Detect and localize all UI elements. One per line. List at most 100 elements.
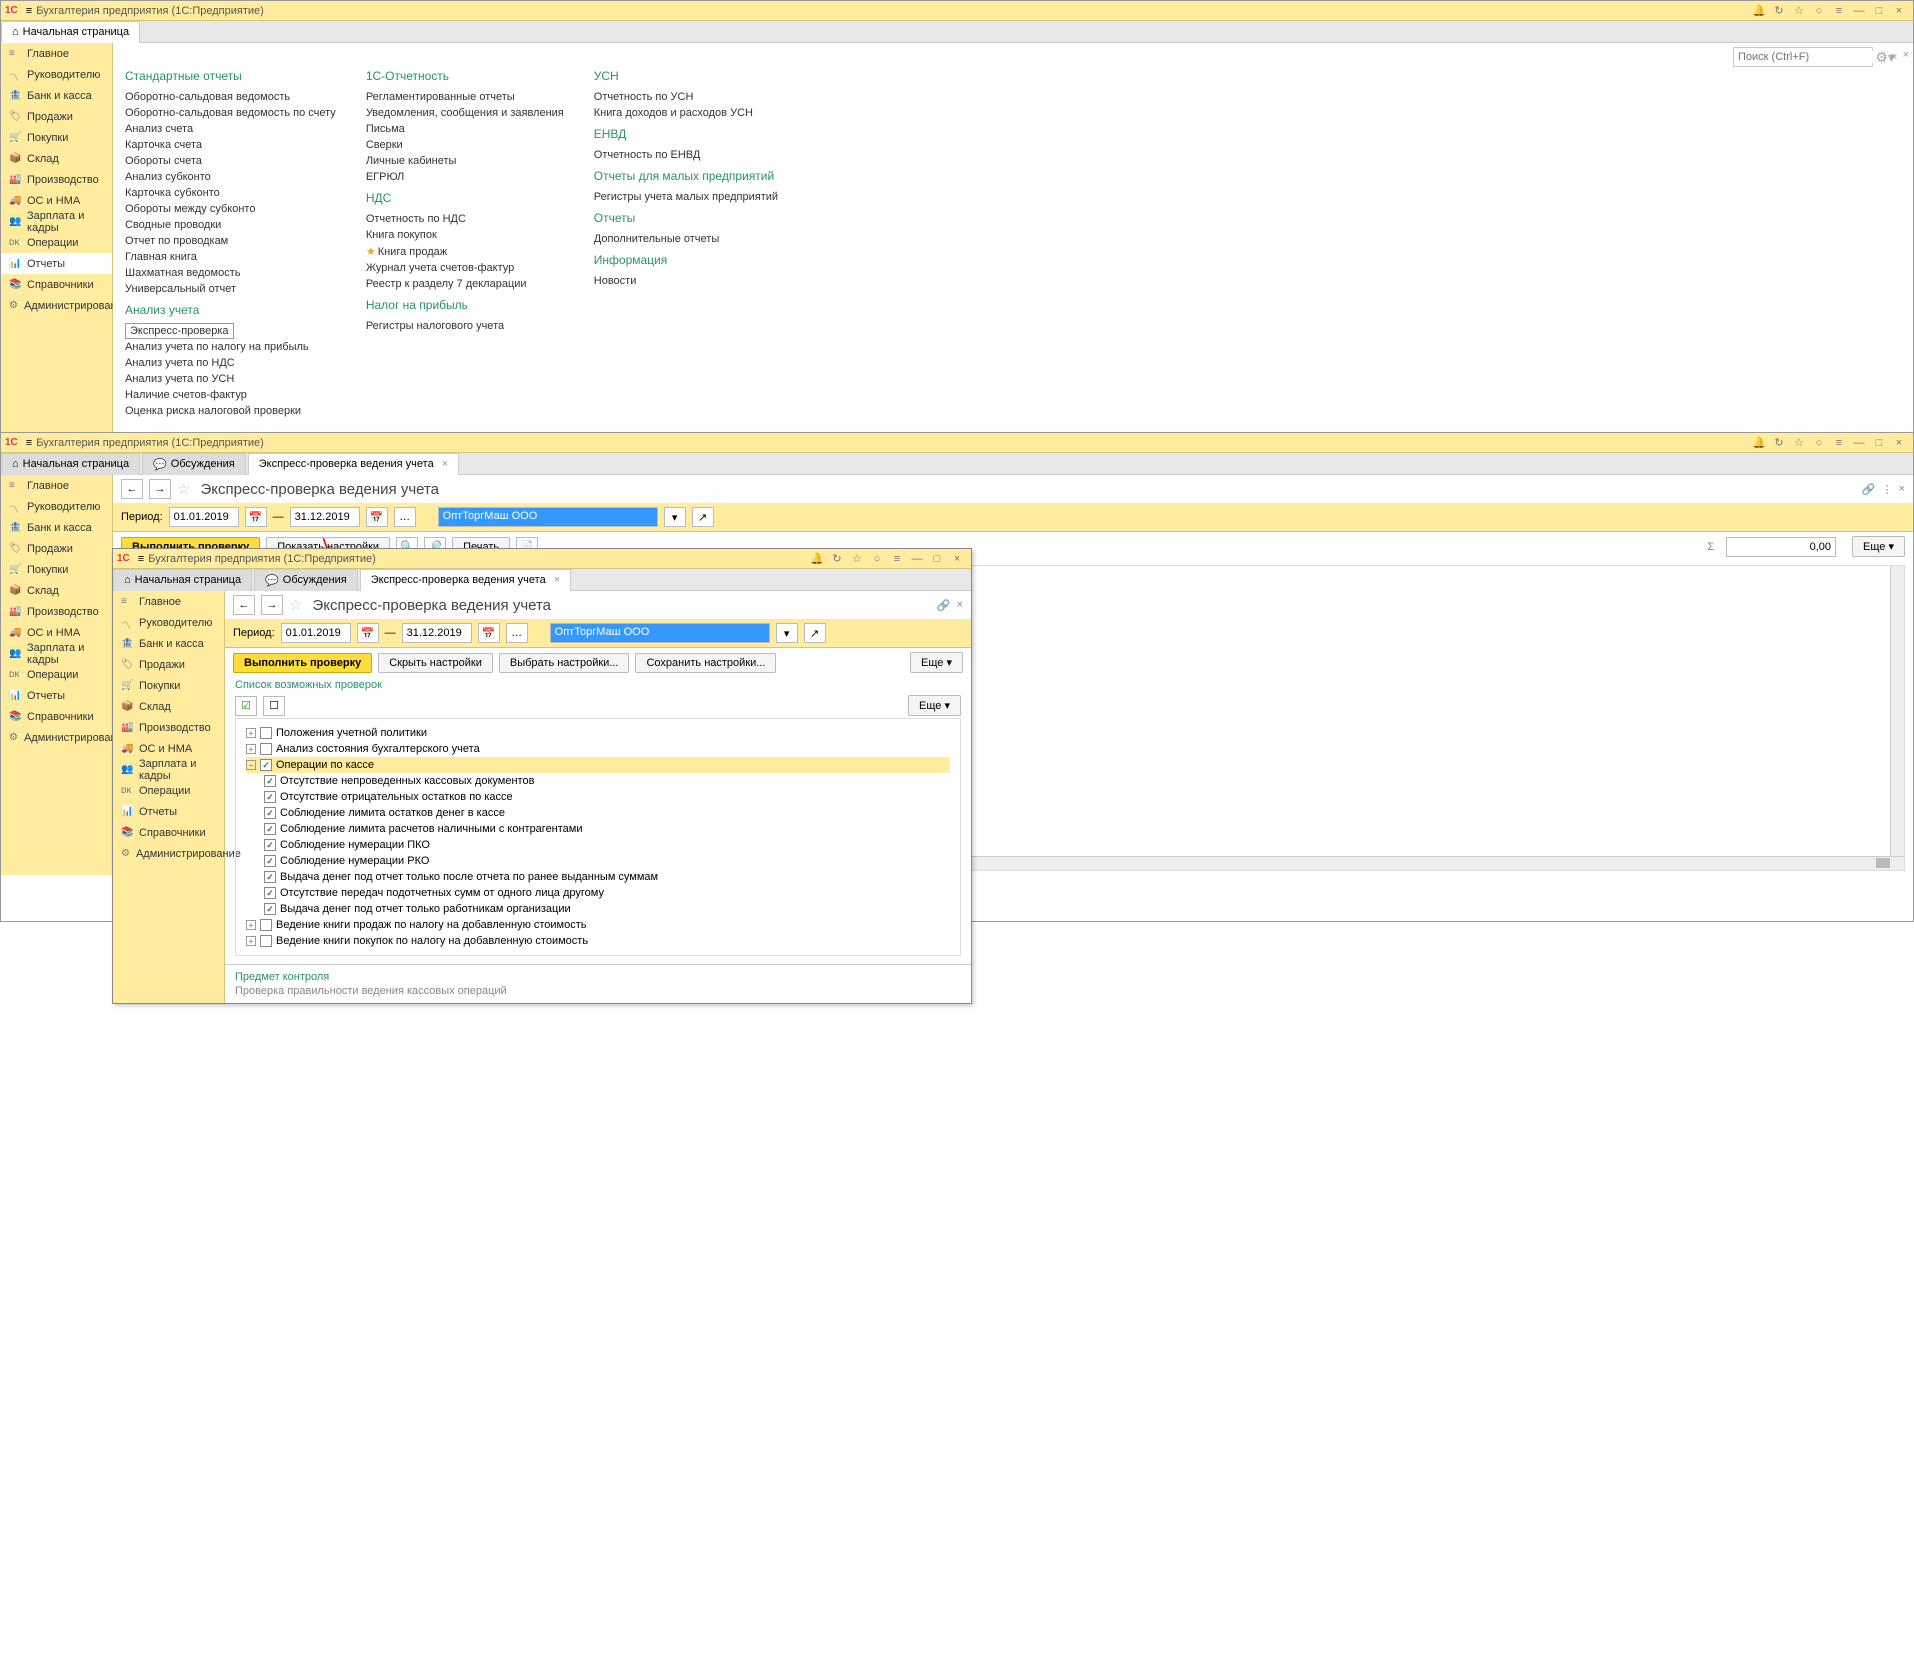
sidebar-warehouse[interactable]: 📦Склад [113,696,224,717]
link[interactable]: Оценка риска налоговой проверки [125,403,336,419]
tab-home[interactable]: ⌂Начальная страница [113,569,252,591]
sidebar-catalogs[interactable]: 📚Справочники [1,274,112,295]
more-button[interactable]: Еще ▾ [910,652,963,673]
sidebar-bank[interactable]: 🏦Банк и касса [113,633,224,654]
maximize-icon[interactable]: □ [1871,3,1887,19]
bell-icon[interactable]: 🔔 [1751,435,1767,451]
nav-forward-icon[interactable]: → [261,595,283,615]
history-icon[interactable]: ↻ [829,551,845,567]
hamburger-icon[interactable]: ≡ [26,5,32,17]
org-input[interactable]: ОптТоргМаш ООО [438,507,658,527]
save-settings-button[interactable]: Сохранить настройки... [635,653,776,673]
check-all-icon[interactable]: ☑ [235,696,257,716]
favorite-icon[interactable]: ☆ [289,596,302,614]
sidebar-warehouse[interactable]: 📦Склад [1,148,112,169]
link[interactable]: Дополнительные отчеты [594,231,778,247]
close-icon[interactable]: × [957,599,963,612]
date-to-input[interactable] [290,507,360,527]
filter-icon[interactable]: ≡ [1831,435,1847,451]
link[interactable]: Письма [366,121,564,137]
tree-leaf[interactable]: ✓Соблюдение нумерации РКО [246,853,950,869]
sidebar-main[interactable]: ≡Главное [1,475,112,496]
link[interactable]: Регламентированные отчеты [366,89,564,105]
sidebar-admin[interactable]: ⚙Администрирование [1,295,112,316]
nav-forward-icon[interactable]: → [149,479,171,499]
sidebar-reports[interactable]: 📊Отчеты [1,685,112,706]
tree-leaf[interactable]: ✓Соблюдение лимита остатков денег в касс… [246,805,950,821]
link[interactable]: Анализ счета [125,121,336,137]
hamburger-icon[interactable]: ≡ [26,437,32,449]
link[interactable]: Личные кабинеты [366,153,564,169]
dropdown-icon[interactable]: ▾ [664,507,686,527]
link[interactable]: Обороты между субконто [125,201,336,217]
link[interactable]: Журнал учета счетов-фактур [366,260,564,276]
menu-icon[interactable]: ⋮ [1882,483,1893,496]
tree-leaf[interactable]: ✓Отсутствие непроведенных кассовых докум… [246,773,950,789]
sidebar-purchases[interactable]: 🛒Покупки [113,675,224,696]
nav-back-icon[interactable]: ← [233,595,255,615]
link[interactable]: Отчетность по УСН [594,89,778,105]
minimize-icon[interactable]: — [1851,435,1867,451]
sidebar-operations[interactable]: ᴅᴋОперации [1,664,112,685]
link[interactable]: Оборотно-сальдовая ведомость по счету [125,105,336,121]
history-icon[interactable]: ↻ [1771,3,1787,19]
link[interactable]: Отчетность по НДС [366,211,564,227]
star-icon[interactable]: ☆ [849,551,865,567]
tab-close-icon[interactable]: × [442,458,448,470]
sidebar-operations[interactable]: ᴅᴋОперации [113,780,224,801]
date-to-input[interactable] [402,623,472,643]
tab-discuss[interactable]: 💬Обсуждения [254,569,358,591]
tab-close-icon[interactable]: × [554,574,560,586]
maximize-icon[interactable]: □ [1871,435,1887,451]
sidebar-operations[interactable]: ᴅᴋОперации [1,232,112,253]
maximize-icon[interactable]: □ [929,551,945,567]
history-icon[interactable]: ↻ [1771,435,1787,451]
tree-node-cash[interactable]: −✓Операции по кассе [246,757,950,773]
sidebar-catalogs[interactable]: 📚Справочники [1,706,112,727]
close-icon[interactable]: × [1891,3,1907,19]
link[interactable]: Карточка счета [125,137,336,153]
sidebar-payroll[interactable]: 👥Зарплата и кадры [1,643,112,664]
tree-node[interactable]: + Положения учетной политики [246,725,950,741]
link[interactable]: Анализ учета по налогу на прибыль [125,339,336,355]
search-box[interactable]: × [1733,47,1873,67]
link[interactable]: Универсальный отчет [125,281,336,297]
sidebar-payroll[interactable]: 👥Зарплата и кадры [113,759,224,780]
sidebar-assets[interactable]: 🚚ОС и НМА [113,738,224,759]
calendar-icon[interactable]: 📅 [478,623,500,643]
sidebar-manager[interactable]: 〽Руководителю [113,612,224,633]
date-from-input[interactable] [169,507,239,527]
nav-back-icon[interactable]: ← [121,479,143,499]
sidebar-manager[interactable]: 〽Руководителю [1,64,112,85]
sidebar-reports[interactable]: 📊Отчеты [113,801,224,822]
search-input[interactable] [1734,51,1884,63]
sidebar-reports[interactable]: 📊Отчеты [1,253,112,274]
link[interactable]: Отчетность по ЕНВД [594,147,778,163]
sidebar-bank[interactable]: 🏦Банк и касса [1,85,112,106]
period-picker-icon[interactable]: … [506,623,528,643]
sidebar-payroll[interactable]: 👥Зарплата и кадры [1,211,112,232]
date-from-input[interactable] [281,623,351,643]
sidebar-warehouse[interactable]: 📦Склад [1,580,112,601]
tree-node[interactable]: + Анализ состояния бухгалтерского учета [246,741,950,757]
choose-settings-button[interactable]: Выбрать настройки... [499,653,630,673]
sidebar-assets[interactable]: 🚚ОС и НМА [1,622,112,643]
calendar-icon[interactable]: 📅 [366,507,388,527]
tree-leaf[interactable]: ✓Отсутствие передач подотчетных сумм от … [246,885,950,901]
org-input[interactable]: ОптТоргМаш ООО [550,623,770,643]
close-icon[interactable]: × [1891,435,1907,451]
link[interactable]: Главная книга [125,249,336,265]
hide-settings-button[interactable]: Скрыть настройки [378,653,493,673]
link[interactable]: Отчет по проводкам [125,233,336,249]
link[interactable]: Реестр к разделу 7 декларации [366,276,564,292]
tab-home[interactable]: ⌂Начальная страница [1,453,140,475]
bell-icon[interactable]: 🔔 [1751,3,1767,19]
more-button[interactable]: Еще ▾ [908,695,961,716]
link[interactable]: Уведомления, сообщения и заявления [366,105,564,121]
calendar-icon[interactable]: 📅 [245,507,267,527]
tree-leaf[interactable]: ✓Выдача денег под отчет только работника… [246,901,950,917]
tree-node[interactable]: + Ведение книги продаж по налогу на доба… [246,917,950,933]
tab-discuss[interactable]: 💬Обсуждения [142,453,246,475]
link[interactable]: ЕГРЮЛ [366,169,564,185]
dot-icon[interactable]: ○ [1811,3,1827,19]
